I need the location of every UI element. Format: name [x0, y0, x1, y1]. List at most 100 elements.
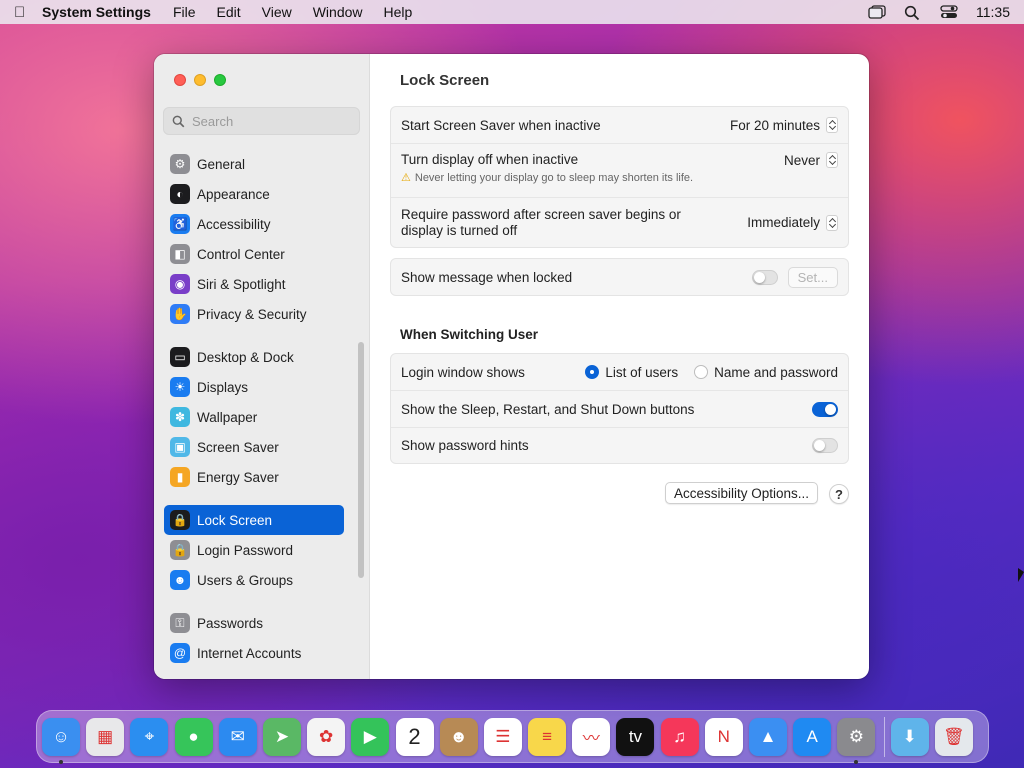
require-password-select[interactable]: Immediately: [747, 214, 838, 231]
launchpad-icon[interactable]: ▦: [86, 717, 125, 756]
sidebar-scrollbar[interactable]: [358, 342, 364, 578]
sidebar-item-appearance[interactable]: ◐ Appearance: [164, 179, 344, 209]
menu-window[interactable]: Window: [313, 4, 363, 20]
sidebar-item-lock-screen[interactable]: 🔒 Lock Screen: [164, 505, 344, 535]
finder-icon[interactable]: ☺: [42, 717, 80, 764]
mail-icon[interactable]: ✉: [218, 717, 257, 756]
safari-icon[interactable]: ⌖: [130, 717, 169, 756]
app-store-icon[interactable]: A: [793, 717, 832, 756]
radio-name-and-password[interactable]: Name and password: [694, 365, 838, 380]
sidebar-item-wallpaper[interactable]: ✽ Wallpaper: [164, 402, 344, 432]
freeform-icon[interactable]: 〰: [572, 717, 611, 756]
minimize-window-button[interactable]: [194, 74, 206, 86]
menu-app-name[interactable]: System Settings: [42, 4, 151, 20]
sidebar-item-users-groups[interactable]: ☻ Users & Groups: [164, 565, 344, 595]
menu-help[interactable]: Help: [384, 4, 413, 20]
sidebar-item-screen-saver[interactable]: ▣ Screen Saver: [164, 432, 344, 462]
notes-icon[interactable]: ≡: [528, 717, 567, 756]
music-icon[interactable]: ♫: [660, 717, 699, 756]
apple-menu-icon[interactable]: : [14, 4, 42, 21]
sidebar-search[interactable]: [163, 107, 360, 135]
dock-glyph: ⬇: [902, 726, 917, 746]
search-input[interactable]: [192, 113, 352, 129]
chevron-up-down-icon: [826, 214, 838, 231]
sidebar-item-control-center[interactable]: ◧ Control Center: [164, 239, 344, 269]
menu-view[interactable]: View: [262, 4, 292, 20]
password-hints-toggle[interactable]: [812, 438, 838, 453]
system-settings-icon[interactable]: ⚙: [837, 717, 876, 764]
sidebar-item-privacy-security[interactable]: ✋ Privacy & Security: [164, 299, 344, 329]
display-off-select[interactable]: Never: [784, 152, 838, 168]
menu-clock[interactable]: 11:35: [976, 4, 1010, 20]
facetime-icon[interactable]: ▶: [351, 717, 390, 756]
sidebar-item-general[interactable]: ⚙ General: [164, 149, 344, 179]
running-indicator: [854, 759, 859, 764]
sidebar-item-label: General: [197, 156, 246, 172]
maps-icon[interactable]: ➤: [262, 717, 301, 756]
sidebar-item-label: Displays: [197, 379, 249, 395]
sidebar-item-login-password[interactable]: 🔒 Login Password: [164, 535, 344, 565]
set-message-button[interactable]: Set...: [787, 266, 838, 288]
zoom-window-button[interactable]: [214, 74, 226, 86]
reminders-icon[interactable]: ☰: [483, 717, 522, 756]
photos-icon[interactable]: ✿: [307, 717, 346, 756]
downloads-folder-icon[interactable]: ⬇: [890, 717, 929, 756]
warning-text: Never letting your display go to sleep m…: [414, 172, 694, 184]
radio-label: Name and password: [714, 364, 838, 380]
sidebar: ⚙ General ◐ Appearance ♿ Accessibility ◧ Contro…: [154, 54, 370, 679]
sidebar-item-displays[interactable]: ☀ Displays: [164, 372, 344, 402]
sidebar-item-label: Accessibility: [197, 216, 271, 232]
calendar-icon[interactable]: 2: [395, 717, 434, 756]
menu-bar:  System Settings File Edit View Window …: [0, 0, 1024, 24]
screen-saver-row: Start Screen Saver when inactive For 20 …: [391, 107, 848, 143]
display-off-row: Turn display off when inactive ⚠ Never le…: [391, 143, 848, 197]
menu-file[interactable]: File: [173, 4, 196, 20]
contacts-icon[interactable]: ☻: [439, 717, 478, 756]
trash-icon[interactable]: 🗑: [934, 717, 973, 756]
dock-glyph: ✿: [319, 726, 334, 746]
sidebar-item-energy-saver[interactable]: ▮ Energy Saver: [164, 462, 344, 492]
dock-glyph: ⌖: [144, 726, 155, 746]
messages-icon[interactable]: ●: [174, 717, 213, 756]
password-hints-row: Show password hints: [391, 427, 848, 463]
accessibility-options-button[interactable]: Accessibility Options...: [665, 482, 819, 504]
screen-saver-select[interactable]: For 20 minutes: [730, 117, 838, 133]
switching-user-group: Login window shows List of users Name an…: [390, 353, 849, 464]
show-message-toggle[interactable]: [751, 269, 778, 285]
radio-unselected-icon: [694, 365, 709, 379]
dock-glyph: ♫: [673, 726, 686, 746]
sleep-buttons-label: Show the Sleep, Restart, and Shut Down b…: [401, 401, 695, 417]
require-password-value: Immediately: [747, 215, 820, 230]
tv-icon[interactable]: tv: [616, 717, 655, 756]
require-password-label-1: Require password after screen saver begi…: [401, 206, 681, 222]
stage-manager-icon[interactable]: [868, 5, 886, 19]
key-icon: ⚿: [170, 613, 190, 633]
control-center-icon[interactable]: [940, 5, 958, 19]
news-icon[interactable]: N: [704, 717, 743, 756]
system-settings-window: ⚙ General ◐ Appearance ♿ Accessibility ◧ Contro…: [154, 54, 869, 679]
radio-list-of-users[interactable]: List of users: [585, 365, 678, 380]
help-button[interactable]: ?: [829, 484, 849, 504]
sidebar-item-label: Screen Saver: [197, 439, 279, 455]
lock-icon: 🔒: [170, 540, 190, 560]
keynote-icon[interactable]: ▲: [749, 717, 787, 756]
sidebar-item-passwords[interactable]: ⚿ Passwords: [164, 608, 344, 638]
dock-glyph: ✉: [230, 726, 245, 746]
sidebar-item-accessibility[interactable]: ♿ Accessibility: [164, 209, 344, 239]
spotlight-search-icon[interactable]: [904, 5, 922, 21]
sidebar-item-siri-spotlight[interactable]: ◉ Siri & Spotlight: [164, 269, 344, 299]
sidebar-item-desktop-dock[interactable]: ▭ Desktop & Dock: [164, 342, 344, 372]
close-window-button[interactable]: [174, 74, 186, 86]
at-icon: @: [170, 643, 190, 663]
menu-edit[interactable]: Edit: [217, 4, 241, 20]
dock-glyph: ➤: [274, 726, 290, 746]
sidebar-item-label: Passwords: [197, 615, 264, 631]
dock-glyph: A: [806, 726, 818, 746]
sidebar-item-label: Siri & Spotlight: [197, 276, 286, 292]
dock-glyph: ▲: [759, 726, 777, 746]
page-title: Lock Screen: [400, 72, 490, 89]
sleep-buttons-toggle[interactable]: [812, 401, 838, 417]
sidebar-item-internet-accounts[interactable]: @ Internet Accounts: [164, 638, 344, 668]
dock-glyph: 2: [408, 723, 421, 749]
radio-selected-icon: [585, 365, 600, 379]
